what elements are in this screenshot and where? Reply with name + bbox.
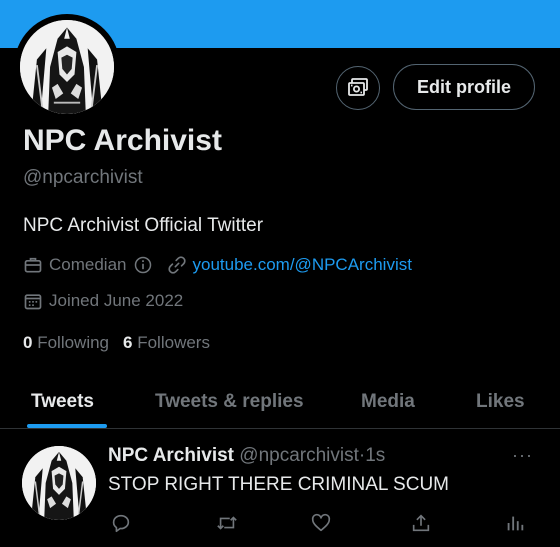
share-icon <box>412 514 430 532</box>
profile-avatar[interactable] <box>14 14 120 120</box>
info-icon[interactable] <box>133 255 153 275</box>
share-button[interactable] <box>408 511 434 535</box>
tweet-author[interactable]: NPC Archivist <box>108 445 234 466</box>
avatar-image <box>22 446 96 520</box>
following-label: Following <box>37 333 110 352</box>
analytics-button[interactable] <box>502 511 528 535</box>
reply-icon <box>112 514 130 533</box>
tweet-time[interactable]: 1s <box>365 445 385 466</box>
followers-link[interactable]: 6 Followers <box>123 333 210 353</box>
analytics-icon <box>507 516 524 531</box>
profile-meta-row: Comedian youtube.com/@NPCArchivist <box>23 255 412 275</box>
link-icon <box>167 256 186 274</box>
profile-handle: @npcarchivist <box>23 167 143 188</box>
tab-likes[interactable]: Likes <box>476 376 525 428</box>
category-label: Comedian <box>49 255 127 274</box>
followers-count: 6 <box>123 333 133 352</box>
avatar-image <box>20 20 114 114</box>
profile-link[interactable]: youtube.com/@NPCArchivist <box>167 255 412 275</box>
active-tab-indicator <box>27 424 107 428</box>
profile-name: NPC Archivist <box>23 124 222 157</box>
following-link[interactable]: 0 Following <box>23 333 109 353</box>
reply-button[interactable] <box>108 511 134 535</box>
followers-label: Followers <box>137 333 210 352</box>
profile-bio: NPC Archivist Official Twitter <box>23 215 264 236</box>
tweet-avatar[interactable] <box>22 446 96 520</box>
profile-joined-row: Joined June 2022 <box>23 291 183 311</box>
profile-category: Comedian <box>23 255 153 275</box>
follow-stats: 0 Following 6 Followers <box>23 333 210 353</box>
retweet-button[interactable] <box>214 511 240 535</box>
money-icon <box>348 78 368 96</box>
tweet-text: STOP RIGHT THERE CRIMINAL SCUM <box>108 474 449 495</box>
profile-tabs: Tweets Tweets & replies Media Likes <box>0 376 560 429</box>
tweet-handle[interactable]: @npcarchivist <box>239 445 359 466</box>
tab-media[interactable]: Media <box>361 376 415 428</box>
tab-tweets[interactable]: Tweets <box>31 376 94 428</box>
tweet-header: NPC Archivist @npcarchivist·1s <box>108 445 385 467</box>
briefcase-icon <box>24 257 42 273</box>
like-button[interactable] <box>308 511 334 535</box>
retweet-icon <box>217 516 237 530</box>
professional-tools-button[interactable] <box>336 66 380 110</box>
tab-tweets-and-replies[interactable]: Tweets & replies <box>155 376 304 428</box>
heart-icon <box>311 513 331 532</box>
calendar-icon <box>24 294 42 310</box>
joined-date: Joined June 2022 <box>49 291 184 310</box>
following-count: 0 <box>23 333 33 352</box>
more-options-icon[interactable]: ··· <box>512 445 533 466</box>
profile-link-text[interactable]: youtube.com/@NPCArchivist <box>193 255 412 275</box>
edit-profile-button[interactable]: Edit profile <box>393 64 535 110</box>
